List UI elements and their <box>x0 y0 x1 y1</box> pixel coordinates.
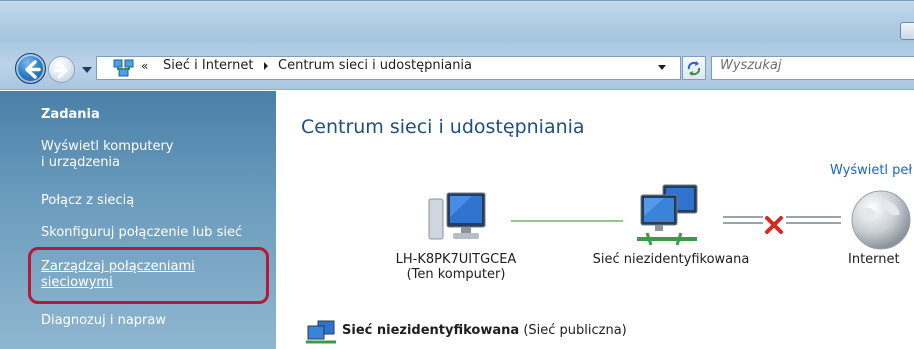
sidebar-item-label: Połącz z siecią <box>41 193 135 208</box>
address-overflow-chevron[interactable]: « <box>141 59 148 73</box>
forward-button[interactable] <box>48 56 75 83</box>
node-computer-label: LH-K8PK7UITGCEA (Ten komputer) <box>386 252 526 282</box>
highlight-box <box>28 247 269 304</box>
sidebar-item-label: Diagnozuj i napraw <box>41 313 166 328</box>
sidebar-item-view-computers[interactable]: Wyświetl komputery i urządzenia <box>41 139 173 171</box>
network-folder-icon <box>113 59 134 77</box>
globe-icon[interactable] <box>846 188 914 252</box>
view-full-map-link[interactable]: Wyświetl peł <box>830 163 912 178</box>
connection-line-error-internet <box>786 216 841 218</box>
connection-line-computer-network <box>511 220 623 222</box>
window-titlebar <box>0 0 914 42</box>
refresh-button[interactable] <box>682 56 706 80</box>
computer-name: LH-K8PK7UITGCEA <box>395 252 517 267</box>
breadcrumb-network-sharing-center[interactable]: Centrum sieci i udostępniania <box>278 58 472 73</box>
network-name: Sieć niezidentyfikowana <box>342 323 520 338</box>
window-caption-button[interactable] <box>900 22 914 40</box>
search-placeholder: Wyszukaj <box>720 58 782 73</box>
connection-line-network-error <box>723 222 763 224</box>
refresh-icon <box>687 61 701 76</box>
forward-arrow-icon <box>53 62 68 79</box>
address-dropdown-icon[interactable] <box>657 63 667 71</box>
sidebar-item-connect-network[interactable]: Połącz z siecią <box>41 193 134 209</box>
network-status-icon <box>306 320 336 344</box>
page-title: Centrum sieci i udostępniania <box>301 116 585 138</box>
breadcrumb-separator-icon[interactable] <box>262 61 270 71</box>
network-summary: Sieć niezidentyfikowana (Sieć publiczna) <box>342 323 627 338</box>
sidebar-title: Zadania <box>41 107 100 122</box>
sidebar-item-label: Wyświetl komputery <box>41 139 174 154</box>
network-type: (Sieć publiczna) <box>523 323 627 338</box>
sidebar-item-setup-connection[interactable]: Skonfiguruj połączenie lub sieć <box>41 225 242 241</box>
sidebar-item-label: i urządzenia <box>41 155 121 170</box>
network-icon[interactable] <box>631 183 703 249</box>
computer-icon[interactable] <box>427 189 489 247</box>
red-x-icon <box>765 216 783 234</box>
connection-line-error-internet <box>786 222 841 224</box>
back-arrow-icon <box>25 60 41 79</box>
sidebar-item-diagnose-repair[interactable]: Diagnozuj i napraw <box>41 313 166 329</box>
node-network-label: Sieć niezidentyfikowana <box>592 252 750 267</box>
connection-line-network-error <box>723 216 763 218</box>
task-sidebar <box>0 91 276 349</box>
sidebar-item-label: Skonfiguruj połączenie lub sieć <box>41 225 243 240</box>
back-button[interactable] <box>15 53 46 84</box>
recent-pages-dropdown-icon[interactable] <box>80 64 94 76</box>
node-internet-label: Internet <box>848 252 900 267</box>
breadcrumb-network-internet[interactable]: Sieć i Internet <box>163 58 254 73</box>
computer-sublabel: (Ten komputer) <box>406 267 506 282</box>
